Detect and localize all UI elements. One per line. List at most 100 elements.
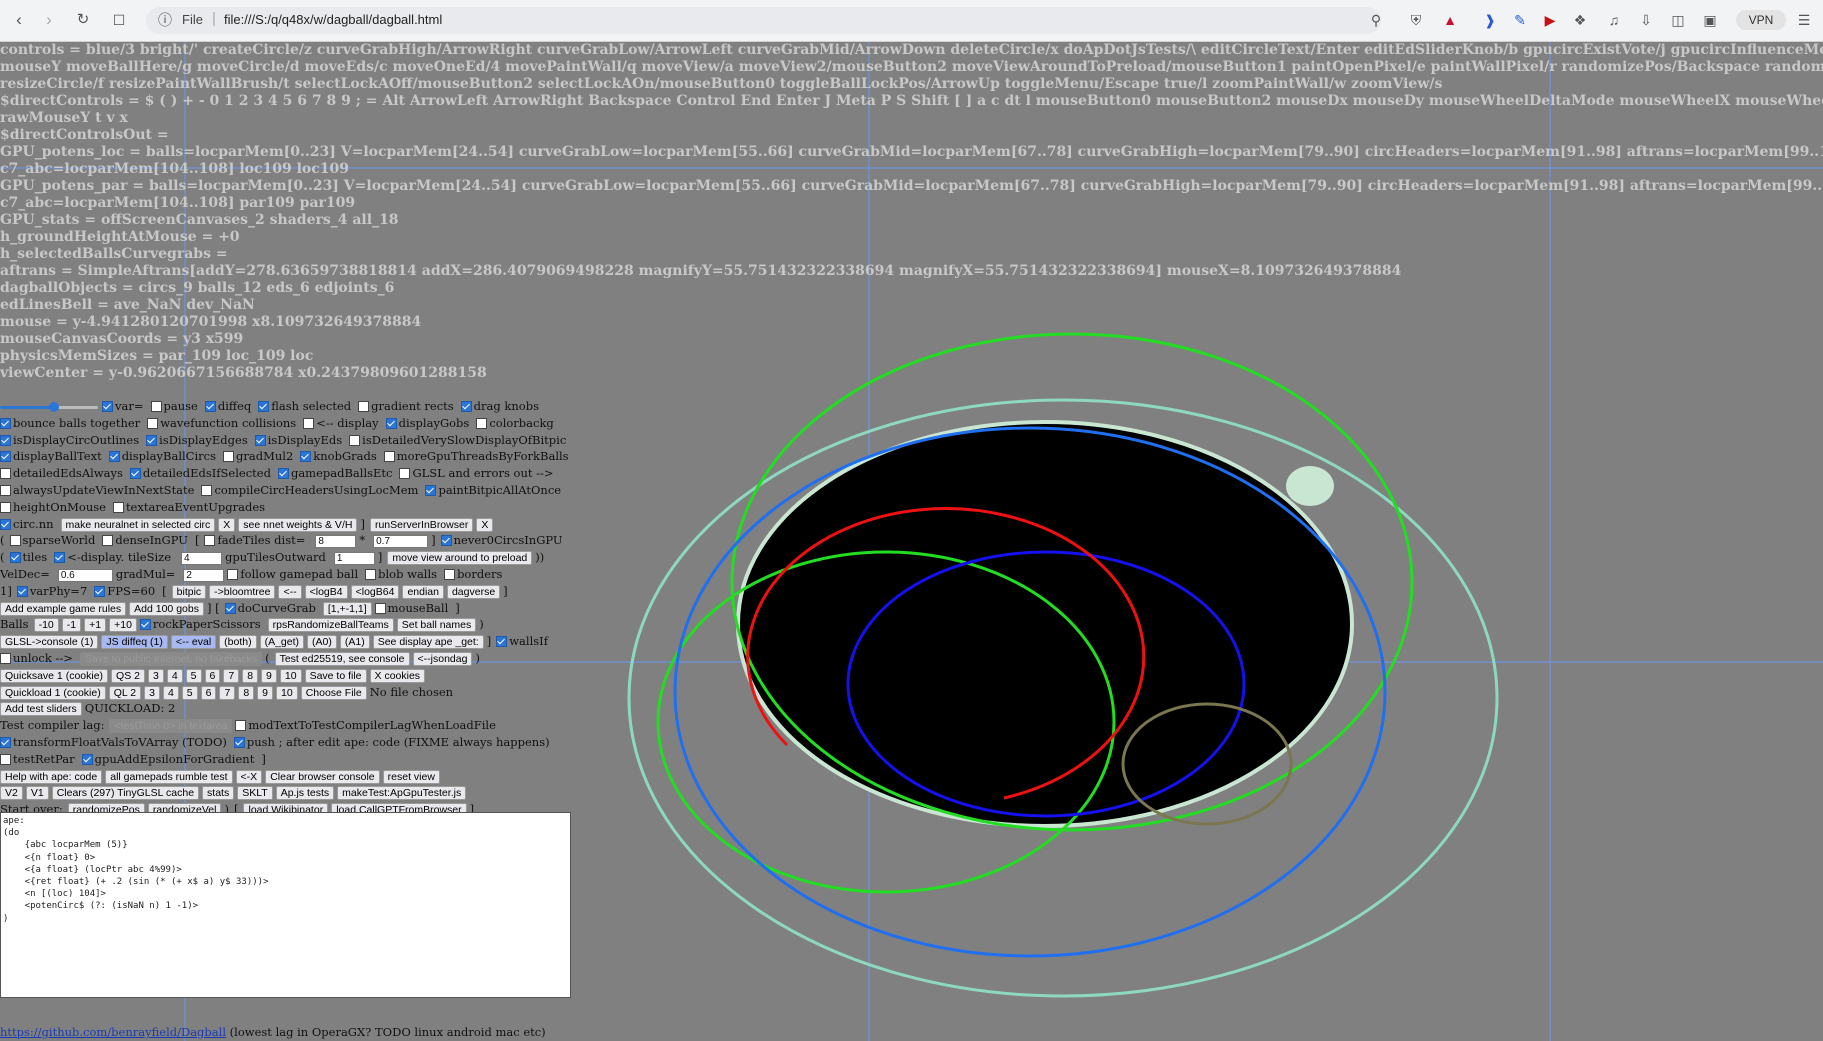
checkbox-option[interactable]: paintBitpicAllAtOnce (425, 483, 561, 497)
control-button[interactable]: Add 100 gobs (129, 601, 204, 616)
checkbox[interactable] (444, 569, 456, 580)
checkbox[interactable] (102, 401, 113, 412)
control-button[interactable]: bitpic (171, 584, 207, 599)
checkbox-option[interactable]: blob walls (365, 567, 437, 581)
checkbox[interactable] (0, 468, 11, 480)
control-button[interactable]: 7 (223, 668, 240, 683)
control-button[interactable]: Test ed25519, see console (274, 652, 410, 666)
checkbox[interactable] (358, 401, 370, 412)
checkbox[interactable] (425, 485, 437, 496)
number-input[interactable]: 0.7 (373, 534, 429, 548)
checkbox[interactable] (223, 451, 235, 463)
checkbox-option[interactable]: moreGpuThreadsByForkBalls (383, 449, 569, 463)
control-button[interactable]: runServerInBrowser (369, 517, 474, 532)
checkbox-option[interactable]: tiles (9, 550, 47, 564)
checkbox[interactable] (150, 401, 162, 412)
control-button[interactable]: <logB4 (304, 584, 348, 599)
control-button[interactable]: V1 (25, 786, 49, 801)
control-button[interactable]: Add test sliders (0, 702, 82, 717)
checkbox-option[interactable]: push ; after edit ape: code (FIXME alway… (233, 735, 550, 749)
checkbox[interactable] (81, 753, 93, 765)
control-button[interactable]: +1 (84, 618, 107, 633)
checkbox[interactable] (201, 485, 213, 496)
checkbox-option[interactable]: GLSL and errors out --> (399, 466, 554, 480)
checkbox-option[interactable]: gpuAddEpsilonForGradient (81, 752, 254, 766)
control-button[interactable]: X (218, 517, 236, 532)
checkbox[interactable] (204, 535, 216, 547)
checkbox[interactable] (0, 501, 11, 513)
checkbox-option[interactable]: alwaysUpdateViewInNextState (0, 483, 194, 497)
back-icon[interactable]: ‹ (8, 9, 30, 31)
control-button[interactable]: Save to file (304, 668, 367, 683)
forward-icon[interactable]: › (38, 9, 60, 31)
control-button[interactable]: 3 (144, 685, 160, 700)
control-button[interactable]: 9 (261, 668, 277, 683)
checkbox[interactable] (9, 552, 21, 564)
checkbox[interactable] (0, 653, 11, 664)
checkbox[interactable] (0, 417, 11, 429)
checkbox-option[interactable]: diffeq (204, 399, 251, 413)
checkbox[interactable] (139, 619, 151, 631)
control-button[interactable]: 6 (200, 685, 217, 700)
control-button[interactable]: GLSL->console (1) (0, 635, 99, 650)
control-button[interactable]: <logB64 (350, 584, 400, 599)
control-button[interactable]: +10 (109, 618, 137, 633)
checkbox[interactable] (374, 602, 386, 614)
zoom-icon[interactable]: ⚲ (1366, 10, 1386, 30)
checkbox[interactable] (300, 451, 312, 463)
checkbox-option[interactable]: transformFloatValsToVArray (TODO) (0, 735, 227, 749)
checkbox[interactable] (9, 535, 21, 547)
puzzle-icon[interactable]: ❖ (1570, 10, 1590, 30)
checkbox-option[interactable]: rockPaperScissors (139, 617, 261, 631)
control-button[interactable]: <-X (235, 769, 263, 784)
control-button[interactable]: 5 (185, 668, 202, 683)
control-button[interactable]: 9 (257, 685, 273, 700)
address-bar[interactable]: ⓘ File | file:///S:/q/q48x/w/dagball/dag… (146, 7, 1381, 34)
checkbox-option[interactable]: detailedEdsAlways (0, 466, 123, 480)
url-text[interactable]: file:///S:/q/q48x/w/dagball/dagball.html (224, 12, 442, 27)
control-button[interactable]: <-- (278, 584, 302, 599)
checkbox-option[interactable]: bounce balls together (0, 416, 140, 430)
checkbox[interactable] (383, 451, 395, 463)
download-icon[interactable]: ⇩ (1636, 10, 1656, 30)
control-button[interactable]: QS 2 (111, 668, 145, 683)
control-button[interactable]: X (476, 517, 494, 532)
checkbox-option[interactable]: colorbackg (476, 416, 554, 430)
checkbox-option[interactable]: fadeTiles dist= (204, 533, 305, 547)
translate-icon[interactable]: ✎ (1510, 10, 1530, 30)
github-link[interactable]: https://github.com/benrayfield/Dagball (0, 1025, 226, 1039)
control-button[interactable]: ->bloomtree (209, 584, 276, 599)
checkbox[interactable] (460, 401, 472, 412)
reload-icon[interactable]: ↻ (72, 9, 94, 31)
control-button[interactable]: <-- eval (170, 635, 217, 650)
control-button[interactable]: 7 (219, 685, 236, 700)
checkbox-option[interactable]: FPS=60 (94, 584, 155, 598)
checkbox[interactable] (277, 468, 289, 480)
code-editor[interactable]: ape: (do {abc locparMem (5)} <{n float} … (0, 812, 571, 998)
checkbox-option[interactable]: never0CircsInGPU (440, 533, 563, 547)
control-button[interactable]: make neuralnet in selected circ (60, 517, 216, 532)
control-button[interactable]: Set ball names (396, 618, 477, 633)
extension-icon[interactable]: ❱ (1480, 10, 1500, 30)
control-button[interactable]: 10 (276, 685, 298, 700)
control-button[interactable]: <--jsondag (412, 652, 473, 666)
checkbox-option[interactable]: <-display. tileSize (54, 550, 171, 564)
checkbox-option[interactable]: varPhy=7 (16, 584, 87, 598)
checkbox[interactable] (254, 434, 266, 446)
control-button[interactable]: see nnet weights & V/H (238, 517, 358, 532)
control-button[interactable]: [1,+-1,1] (322, 601, 372, 616)
checkbox[interactable] (258, 401, 270, 412)
checkbox-option[interactable]: doCurveGrab (224, 601, 316, 615)
control-button[interactable]: -1 (61, 618, 82, 633)
vpn-button[interactable]: VPN (1736, 10, 1786, 30)
shield-icon[interactable]: ⛨ (1406, 10, 1426, 30)
checkbox[interactable] (146, 434, 158, 446)
checkbox[interactable] (0, 737, 11, 748)
control-button[interactable]: 8 (242, 668, 259, 683)
control-button[interactable]: Ap.js tests (275, 786, 335, 801)
checkbox[interactable] (94, 585, 106, 597)
control-button[interactable]: makeTest:ApGpuTester.js (337, 786, 467, 801)
control-button[interactable]: 8 (238, 685, 255, 700)
checkbox-option[interactable]: borders (444, 567, 502, 581)
checkbox-option[interactable]: unlock --> (0, 651, 73, 665)
